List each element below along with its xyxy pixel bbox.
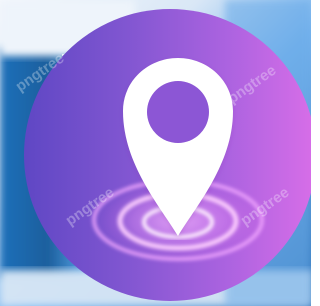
watermark-text: pngtree xyxy=(63,184,118,229)
watermark-text: pngtree xyxy=(238,184,293,229)
watermark-text: pngtree xyxy=(13,50,68,95)
watermark-layer: pngtree pngtree pngtree pngtree xyxy=(13,50,293,229)
location-illustration: pngtree pngtree pngtree pngtree xyxy=(0,0,311,306)
watermark-text: pngtree xyxy=(225,62,280,107)
